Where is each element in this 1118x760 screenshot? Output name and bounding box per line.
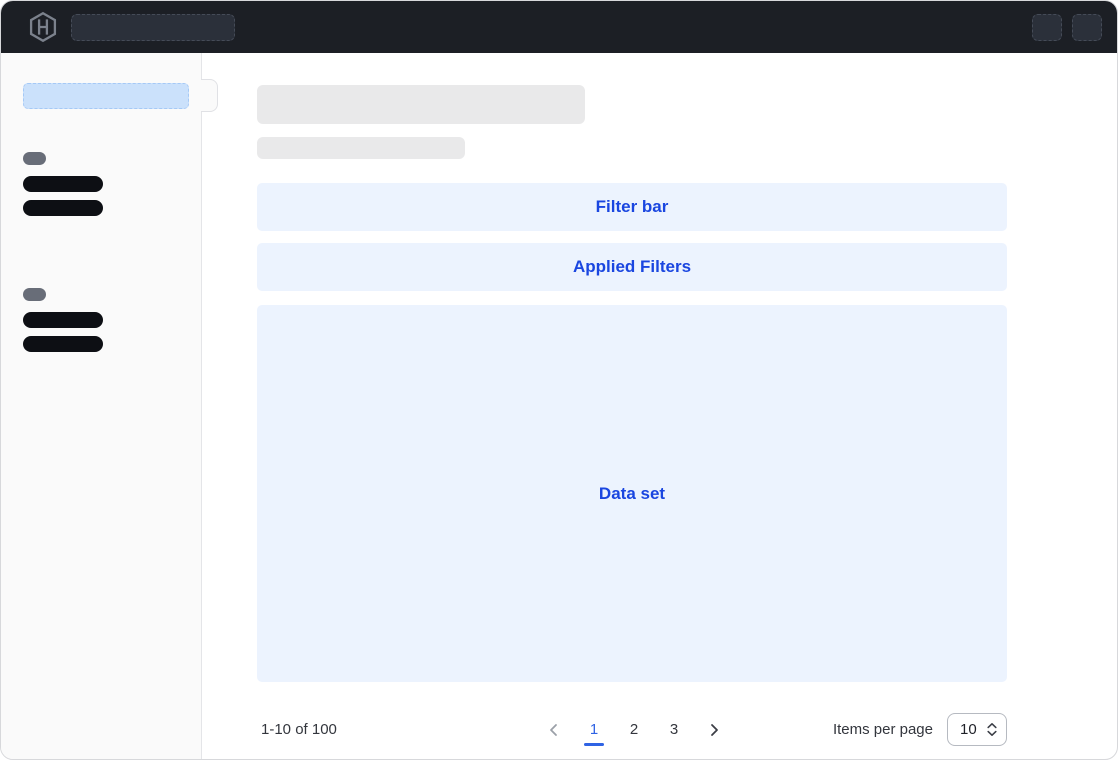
items-per-page-label: Items per page xyxy=(833,721,933,738)
page-button-3[interactable]: 3 xyxy=(662,713,686,746)
sidebar-nav-item-placeholder[interactable] xyxy=(23,176,103,192)
previous-page-button[interactable] xyxy=(542,713,566,746)
main-content: Filter bar Applied Filters Data set 1-10… xyxy=(202,53,1117,760)
page-button-1[interactable]: 1 xyxy=(582,713,606,746)
items-per-page-select[interactable]: 10 xyxy=(947,713,1007,746)
applied-filters-section[interactable]: Applied Filters xyxy=(257,243,1007,291)
hashicorp-logo-icon xyxy=(27,11,59,43)
items-per-page-value: 10 xyxy=(960,721,978,738)
data-set-label: Data set xyxy=(599,484,665,504)
navbar-action-placeholder-2[interactable] xyxy=(1072,14,1102,41)
sidebar-nav-group-1 xyxy=(23,152,201,216)
next-page-button[interactable] xyxy=(702,713,726,746)
items-per-page: Items per page 10 xyxy=(726,713,1007,746)
page-title-placeholder xyxy=(257,85,585,124)
sidebar-nav-item-placeholder[interactable] xyxy=(23,200,103,216)
navbar-action-placeholder-1[interactable] xyxy=(1032,14,1062,41)
app-window: Filter bar Applied Filters Data set 1-10… xyxy=(0,0,1118,760)
chevron-right-icon xyxy=(706,722,722,738)
filter-bar-section[interactable]: Filter bar xyxy=(257,183,1007,231)
sidebar-collapse-handle[interactable] xyxy=(201,79,218,112)
data-set-section: Data set xyxy=(257,305,1007,682)
sidebar-active-item-placeholder[interactable] xyxy=(23,83,189,109)
applied-filters-label: Applied Filters xyxy=(573,257,691,277)
sidebar-nav-item-placeholder[interactable] xyxy=(23,312,103,328)
sidebar-nav-item-placeholder[interactable] xyxy=(23,336,103,352)
pagination-range-text: 1-10 of 100 xyxy=(257,721,542,738)
chevrons-up-down-icon xyxy=(985,721,999,738)
page-button-2[interactable]: 2 xyxy=(622,713,646,746)
top-navbar xyxy=(1,1,1117,53)
sidebar xyxy=(1,53,202,760)
pager: 1 2 3 xyxy=(542,713,726,746)
page-subtitle-placeholder xyxy=(257,137,465,159)
filter-bar-label: Filter bar xyxy=(596,197,669,217)
navbar-search-placeholder[interactable] xyxy=(71,14,235,41)
chevron-left-icon xyxy=(546,722,562,738)
sidebar-nav-group-2 xyxy=(23,288,201,352)
sidebar-section-title-placeholder xyxy=(23,288,46,301)
navbar-actions xyxy=(1032,14,1102,41)
sidebar-section-title-placeholder xyxy=(23,152,46,165)
pagination-bar: 1-10 of 100 1 2 3 xyxy=(257,713,1007,746)
